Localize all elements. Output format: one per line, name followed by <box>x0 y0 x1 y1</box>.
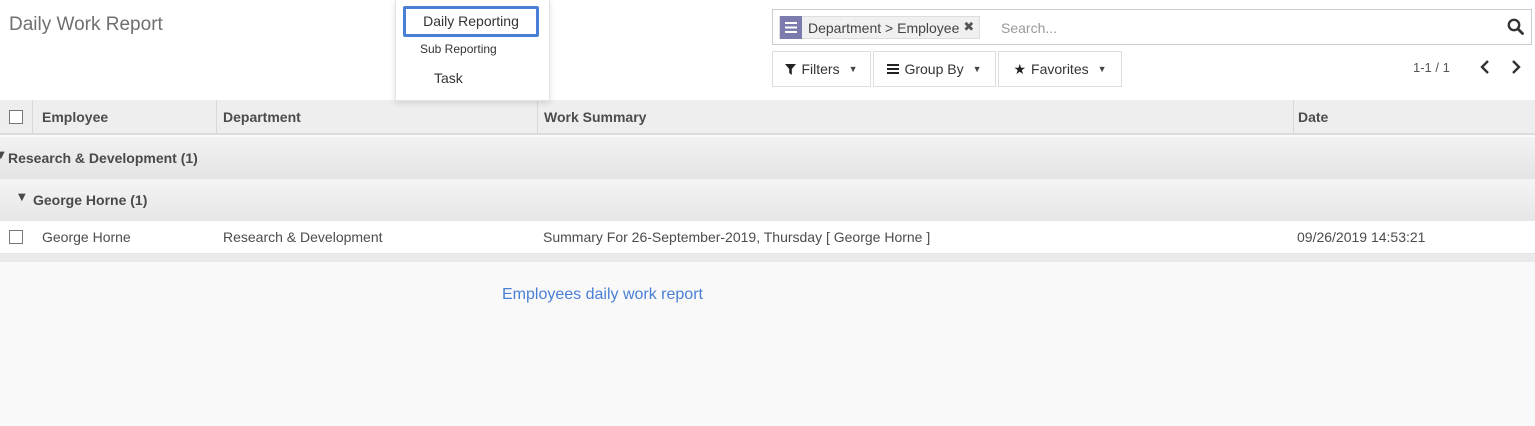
filter-icon <box>785 63 797 75</box>
list-icon <box>780 16 802 39</box>
help-text-link[interactable]: Employees daily work report <box>502 286 703 304</box>
search-box[interactable]: Department > Employee ✖ <box>772 9 1532 45</box>
facet-remove-icon[interactable]: ✖ <box>963 20 979 35</box>
table-row[interactable]: George Horne Research & Development Summ… <box>0 221 1535 254</box>
group-row-department[interactable]: ▼ Research & Development (1) <box>0 137 1535 179</box>
column-header-department[interactable]: Department <box>223 109 301 125</box>
facet-label: Department > Employee <box>808 19 960 36</box>
column-divider <box>32 100 33 134</box>
caret-down-icon: ▼ <box>972 64 982 74</box>
column-header-work-summary[interactable]: Work Summary <box>544 109 646 125</box>
search-facet[interactable]: Department > Employee ✖ <box>779 16 981 39</box>
cell-employee: George Horne <box>42 229 131 245</box>
cell-date: 09/26/2019 14:53:21 <box>1297 229 1426 245</box>
table-header: Employee Department Work Summary Date <box>0 100 1535 135</box>
column-divider <box>1293 100 1294 134</box>
group-by-button[interactable]: Group By ▼ <box>873 51 996 87</box>
column-divider <box>537 100 538 134</box>
favorites-button[interactable]: ★ Favorites ▼ <box>998 51 1122 87</box>
group-row-employee[interactable]: ▼ George Horne (1) <box>0 179 1535 221</box>
column-divider <box>216 100 217 134</box>
select-all-checkbox[interactable] <box>9 110 23 124</box>
table-footer <box>0 254 1535 262</box>
star-icon: ★ <box>1013 60 1027 77</box>
column-header-date[interactable]: Date <box>1298 109 1328 125</box>
favorites-label: Favorites <box>1031 61 1089 77</box>
control-panel: Daily Work Report Department > Employee … <box>0 0 1535 100</box>
group-by-label: Group By <box>904 61 964 77</box>
chevron-left-icon[interactable] <box>1478 57 1492 77</box>
search-input[interactable] <box>1001 16 1481 40</box>
group-label: Research & Development (1) <box>8 150 198 166</box>
search-icon[interactable] <box>1507 17 1525 37</box>
page-title: Daily Work Report <box>9 14 163 35</box>
caret-down-icon: ▼ <box>18 192 26 203</box>
caret-down-icon: ▼ <box>848 64 858 74</box>
cell-department: Research & Development <box>223 229 383 245</box>
caret-down-icon: ▼ <box>1097 64 1107 74</box>
group-label: George Horne (1) <box>33 192 148 208</box>
caret-down-icon: ▼ <box>0 150 5 161</box>
view-dropdown-menu: Daily Reporting Sub Reporting Task <box>395 0 550 101</box>
cell-work-summary: Summary For 26-September-2019, Thursday … <box>543 229 931 245</box>
menu-item-sub-reporting[interactable]: Sub Reporting <box>420 42 497 56</box>
filters-button[interactable]: Filters ▼ <box>772 51 871 87</box>
chevron-right-icon[interactable] <box>1509 57 1523 77</box>
pager-value[interactable]: 1-1 / 1 <box>1413 60 1450 75</box>
column-header-employee[interactable]: Employee <box>42 109 108 125</box>
filters-label: Filters <box>801 61 840 77</box>
menu-item-task[interactable]: Task <box>434 70 463 86</box>
menu-item-daily-reporting[interactable]: Daily Reporting <box>403 6 539 37</box>
row-checkbox[interactable] <box>9 230 23 244</box>
bars-icon <box>887 64 900 74</box>
